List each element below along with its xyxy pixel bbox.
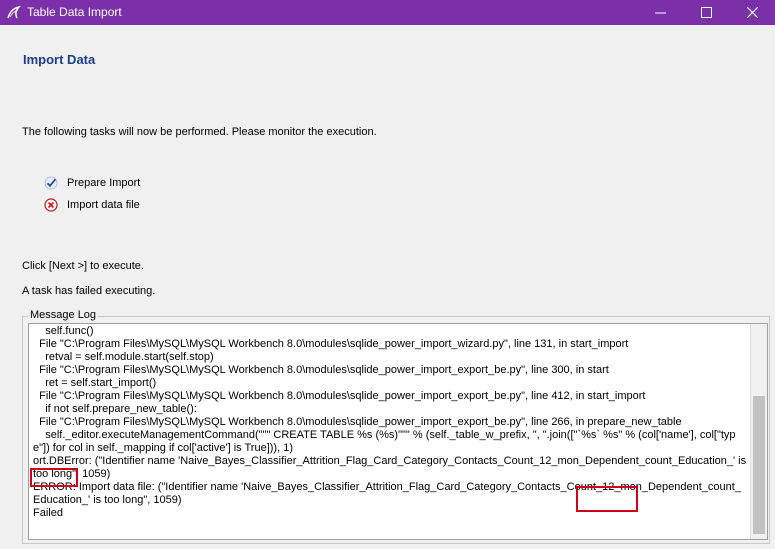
message-log-scrollbar[interactable]: [750, 324, 767, 539]
close-button[interactable]: [729, 0, 775, 25]
task-label: Import data file: [67, 199, 140, 211]
message-log-content: self.func() File "C:\Program Files\MySQL…: [33, 325, 747, 519]
maximize-button[interactable]: [683, 0, 729, 25]
window-title: Table Data Import: [27, 5, 122, 19]
page-title: Import Data: [23, 52, 96, 67]
message-log-label: Message Log: [28, 309, 99, 321]
message-log-textarea[interactable]: self.func() File "C:\Program Files\MySQL…: [28, 323, 768, 540]
next-hint-text: Click [Next >] to execute.: [22, 260, 144, 272]
check-icon: [44, 176, 58, 190]
intro-text: The following tasks will now be performe…: [22, 126, 377, 138]
failure-status-text: A task has failed executing.: [22, 285, 156, 297]
mysql-workbench-icon: [6, 5, 22, 20]
close-icon: [746, 7, 758, 18]
error-icon: [44, 198, 58, 212]
scrollbar-thumb[interactable]: [753, 396, 765, 534]
maximize-icon: [700, 7, 712, 18]
title-bar: Table Data Import: [0, 0, 775, 25]
minimize-icon: [654, 12, 666, 14]
minimize-button[interactable]: [637, 0, 683, 25]
task-label: Prepare Import: [67, 177, 141, 189]
task-item-import-data-file: Import data file: [44, 197, 140, 213]
task-item-prepare-import: Prepare Import: [44, 175, 140, 191]
